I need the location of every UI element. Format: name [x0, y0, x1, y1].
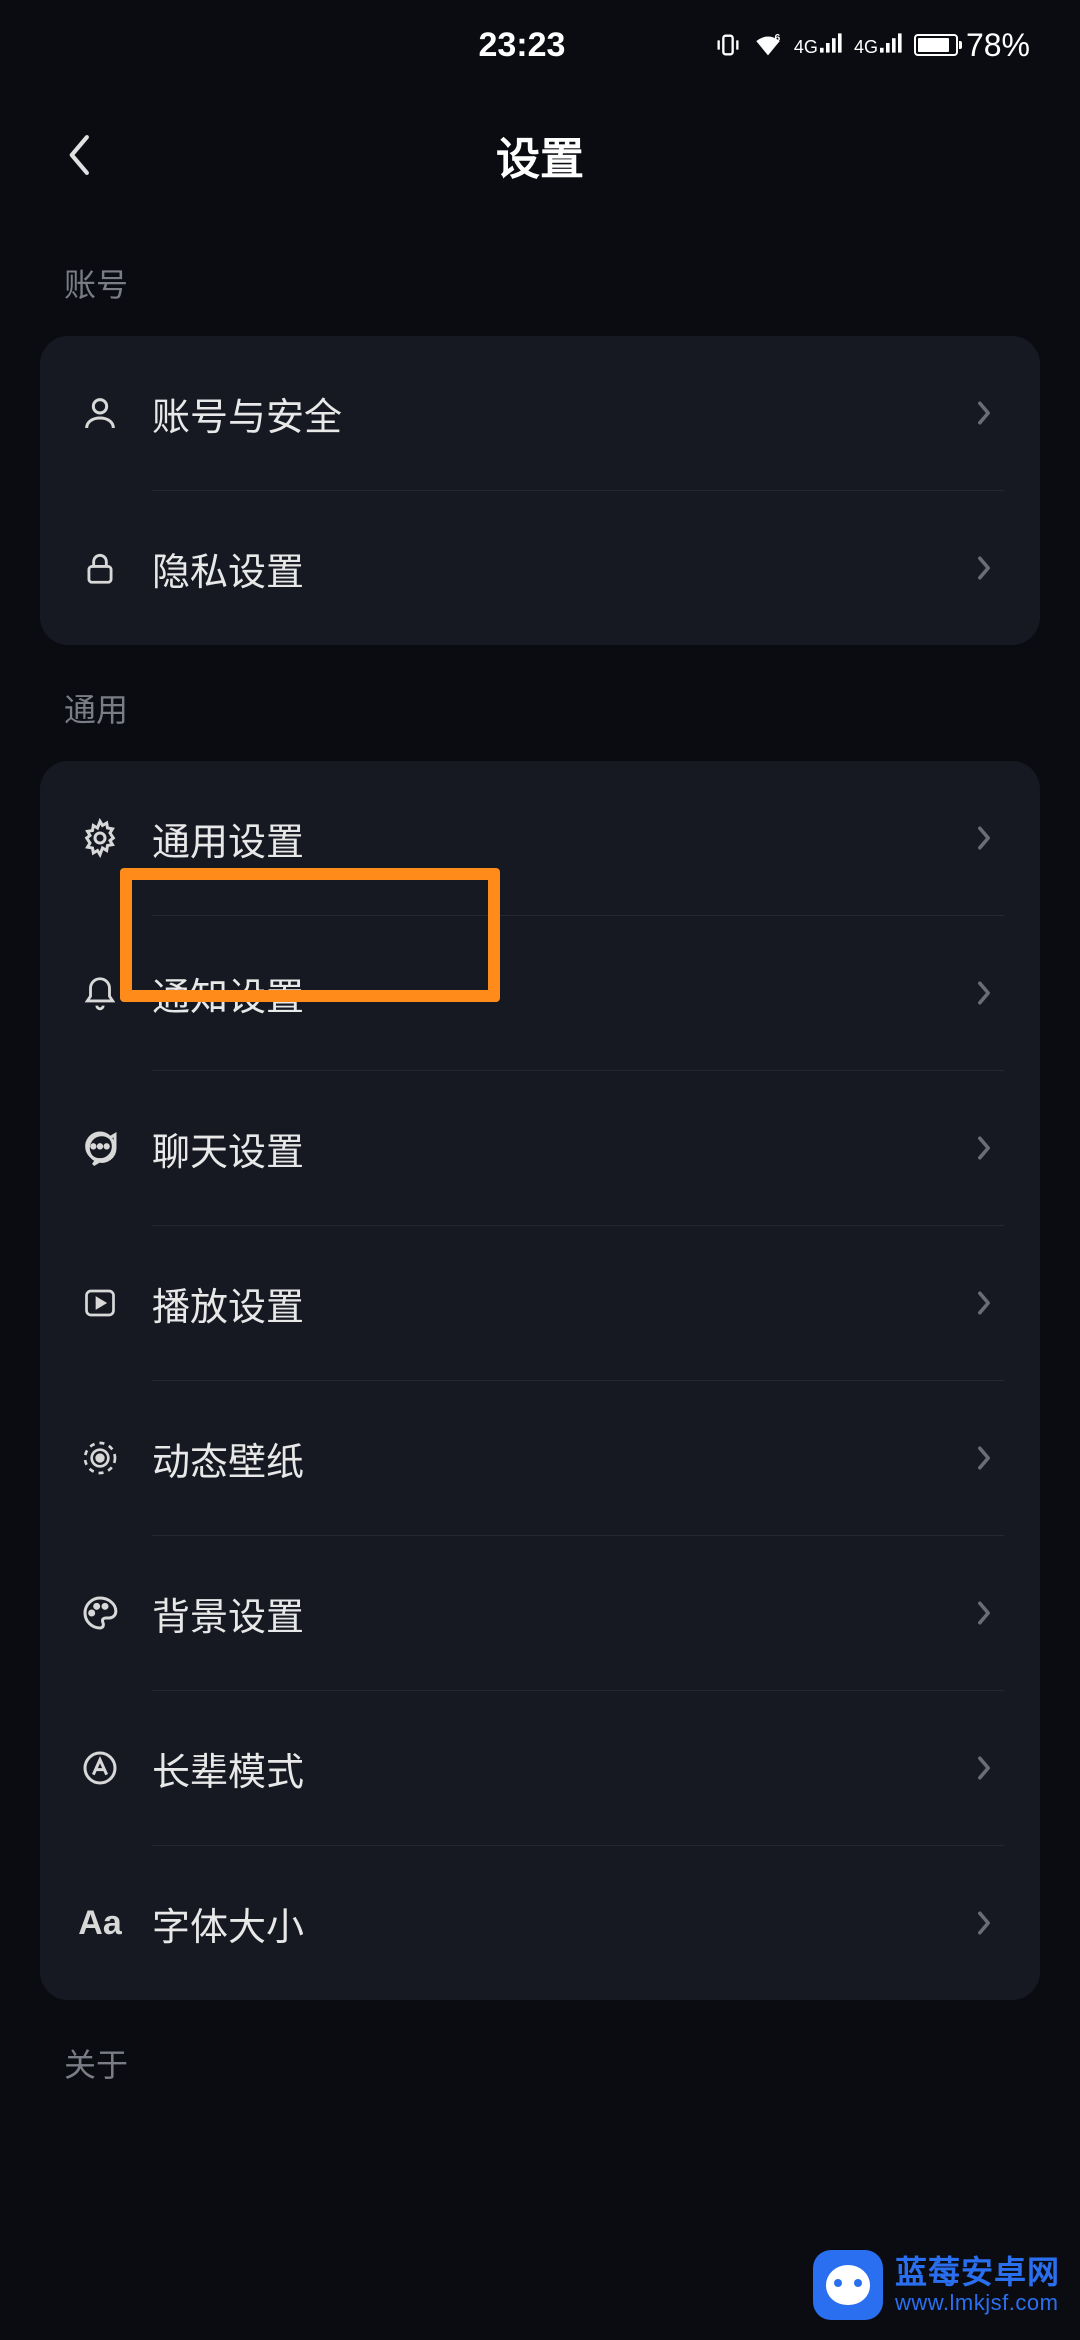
gear-icon — [76, 814, 124, 862]
row-background-settings[interactable]: 背景设置 — [40, 1536, 1040, 1690]
chevron-right-icon — [964, 818, 1004, 858]
section-title-account: 账号 — [40, 220, 1040, 336]
page-title: 设置 — [496, 123, 584, 187]
font-icon: Aa — [76, 1904, 124, 1943]
signal-2: 4G — [854, 33, 904, 58]
row-label: 长辈模式 — [152, 1741, 964, 1796]
watermark-icon — [813, 2250, 883, 2320]
wifi-6-icon: 6 — [752, 32, 784, 58]
vibrate-icon — [714, 31, 742, 59]
watermark-url: www.lmkjsf.com — [895, 2291, 1060, 2315]
chevron-right-icon — [964, 1593, 1004, 1633]
row-label: 通知设置 — [152, 966, 964, 1021]
row-font-size[interactable]: Aa 字体大小 — [40, 1846, 1040, 2000]
row-elder-mode[interactable]: 长辈模式 — [40, 1691, 1040, 1845]
row-playback-settings[interactable]: 播放设置 — [40, 1226, 1040, 1380]
play-icon — [76, 1279, 124, 1327]
chat-icon — [76, 1124, 124, 1172]
chevron-right-icon — [964, 1438, 1004, 1478]
row-label: 播放设置 — [152, 1276, 964, 1331]
chevron-right-icon — [964, 1283, 1004, 1323]
user-icon — [76, 389, 124, 437]
bell-icon — [76, 969, 124, 1017]
chevron-right-icon — [964, 1748, 1004, 1788]
chevron-left-icon — [66, 133, 94, 177]
row-label: 通用设置 — [152, 811, 964, 866]
status-time: 23:23 — [478, 26, 565, 65]
row-label: 隐私设置 — [152, 541, 964, 596]
page-header: 设置 — [0, 90, 1080, 220]
chevron-right-icon — [964, 393, 1004, 433]
row-privacy-settings[interactable]: 隐私设置 — [40, 491, 1040, 645]
target-icon — [76, 1434, 124, 1482]
signal-1: 4G — [794, 33, 844, 58]
row-account-security[interactable]: 账号与安全 — [40, 336, 1040, 490]
section-title-about: 关于 — [40, 2000, 1040, 2116]
watermark: 蓝莓安卓网 www.lmkjsf.com — [813, 2250, 1060, 2320]
signal-1-label: 4G — [794, 37, 818, 58]
row-label: 背景设置 — [152, 1586, 964, 1641]
row-label: 动态壁纸 — [152, 1431, 964, 1486]
row-label: 账号与安全 — [152, 386, 964, 441]
row-live-wallpaper[interactable]: 动态壁纸 — [40, 1381, 1040, 1535]
svg-text:6: 6 — [774, 33, 780, 44]
chevron-right-icon — [964, 548, 1004, 588]
battery-indicator: 78% — [914, 27, 1030, 64]
circle-a-icon — [76, 1744, 124, 1792]
battery-percent: 78% — [966, 27, 1030, 64]
chevron-right-icon — [964, 1903, 1004, 1943]
chevron-right-icon — [964, 1128, 1004, 1168]
row-chat-settings[interactable]: 聊天设置 — [40, 1071, 1040, 1225]
back-button[interactable] — [50, 125, 110, 185]
lock-icon — [76, 544, 124, 592]
section-account: 账号与安全 隐私设置 — [40, 336, 1040, 645]
row-label: 聊天设置 — [152, 1121, 964, 1176]
row-label: 字体大小 — [152, 1896, 964, 1951]
chevron-right-icon — [964, 973, 1004, 1013]
section-title-general: 通用 — [40, 645, 1040, 761]
palette-icon — [76, 1589, 124, 1637]
battery-icon — [914, 34, 958, 56]
row-general-settings[interactable]: 通用设置 — [40, 761, 1040, 915]
section-general: 通用设置 通知设置 — [40, 761, 1040, 2000]
watermark-title: 蓝莓安卓网 — [895, 2255, 1060, 2290]
status-bar: 23:23 6 4G 4G 7 — [0, 0, 1080, 90]
signal-2-label: 4G — [854, 37, 878, 58]
row-notification-settings[interactable]: 通知设置 — [40, 916, 1040, 1070]
